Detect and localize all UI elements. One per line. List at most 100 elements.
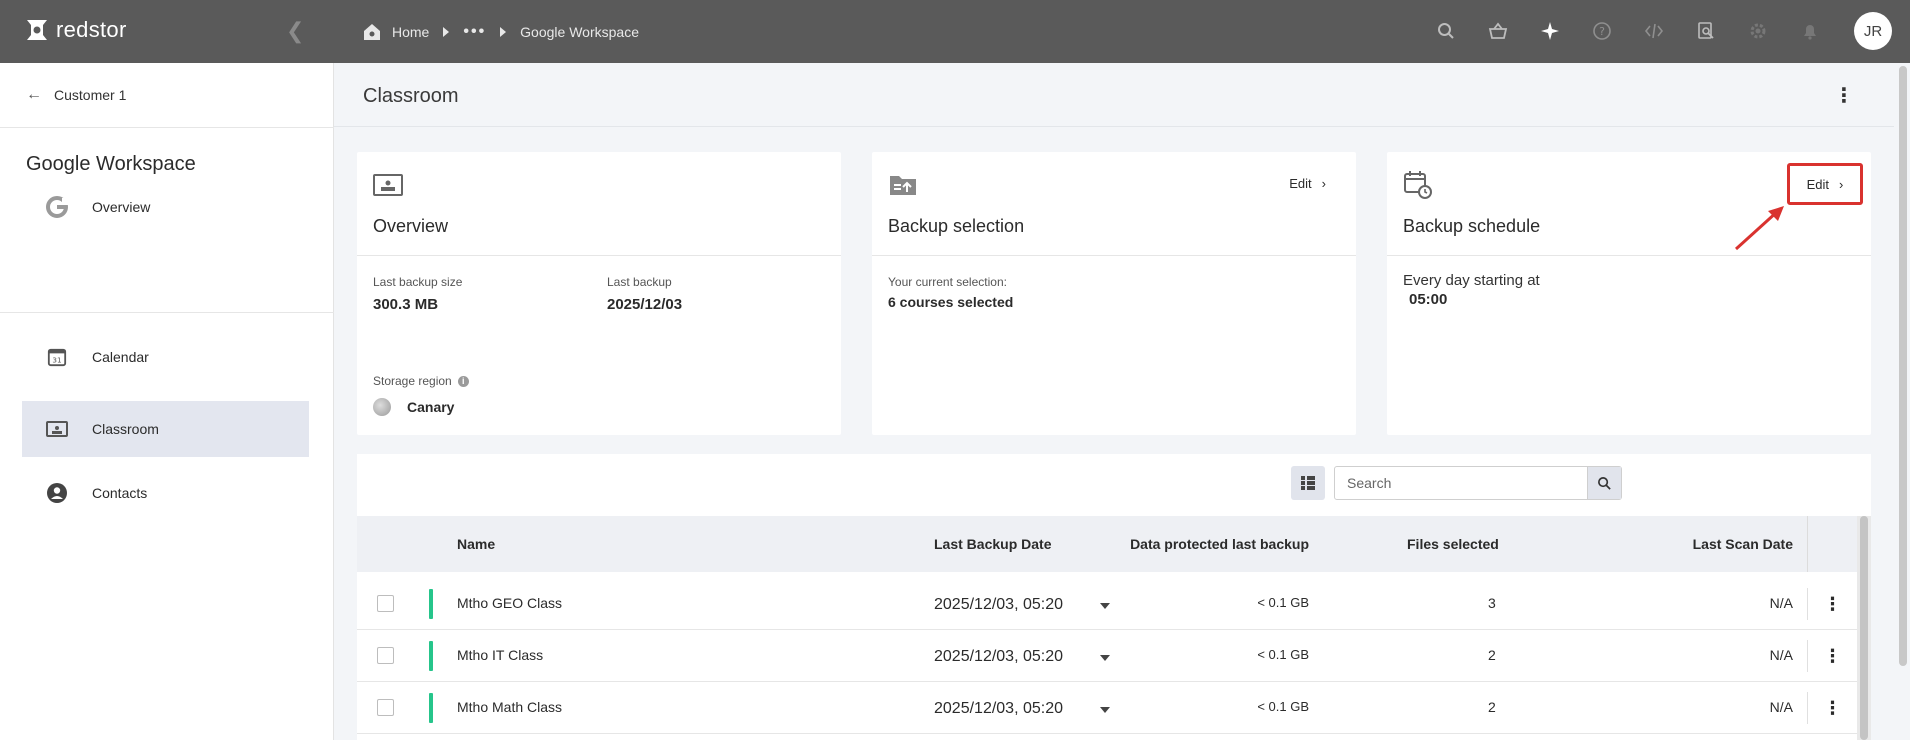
arrow-left-icon: ← [26, 86, 42, 103]
current-selection-label: Your current selection: [888, 275, 1007, 289]
row-last-backup-date: 2025/12/03, 05:20 [934, 648, 1064, 665]
storage-region-value: Canary [407, 399, 455, 415]
sidebar-item-calendar[interactable]: 31 Calendar [22, 329, 309, 385]
list-view-icon [1301, 476, 1315, 490]
top-toolbar: ? JR [1434, 10, 1892, 52]
last-backup-size-label: Last backup size [373, 275, 463, 289]
logo[interactable]: redstor [24, 16, 127, 44]
card-title: Backup schedule [1403, 216, 1541, 236]
sidebar-item-label: Classroom [92, 421, 159, 437]
card-title: Backup selection [888, 216, 1025, 236]
row-last-scan-date: N/A [1769, 699, 1793, 715]
caret-down-icon[interactable] [1100, 603, 1110, 609]
avatar[interactable]: JR [1854, 12, 1892, 50]
row-name: Mtho Math Class [457, 699, 563, 715]
contact-icon [46, 482, 68, 504]
calendar-icon: 31 [46, 346, 68, 368]
column-header-last-backup-date[interactable]: Last Backup Date [934, 536, 1051, 552]
row-more-options-icon[interactable]: ⋮ [1807, 692, 1857, 724]
table-scrollbar[interactable] [1857, 516, 1871, 740]
card-divider [1387, 255, 1871, 256]
page-title: Classroom [363, 85, 459, 107]
status-indicator [429, 589, 433, 619]
code-icon[interactable] [1642, 19, 1666, 43]
schedule-text: Every day starting at [1403, 272, 1540, 289]
status-indicator [429, 693, 433, 723]
collapse-sidebar-icon[interactable]: ❮ [286, 20, 308, 42]
info-icon[interactable]: i [457, 376, 469, 388]
table-header: Name Last Backup Date Data protected las… [357, 516, 1857, 572]
classroom-icon [46, 418, 68, 440]
help-icon[interactable]: ? [1590, 19, 1614, 43]
breadcrumb-more[interactable]: ••• [463, 23, 486, 41]
row-checkbox[interactable] [377, 699, 394, 716]
document-search-icon[interactable] [1694, 19, 1718, 43]
row-more-options-icon[interactable]: ⋮ [1807, 588, 1857, 620]
storage-region-label-text: Storage region [373, 374, 452, 388]
breadcrumb-current: Google Workspace [520, 24, 639, 40]
table-row[interactable]: Mtho Math Class 2025/12/03, 05:20 < 0.1 … [357, 682, 1857, 734]
last-backup-size-value: 300.3 MB [373, 296, 439, 313]
sidebar-title: Google Workspace [26, 153, 196, 175]
column-header-data-protected[interactable]: Data protected last backup [1130, 536, 1309, 552]
basket-icon[interactable] [1486, 19, 1510, 43]
breadcrumb: Home ••• Google Workspace [362, 20, 639, 44]
row-checkbox[interactable] [377, 595, 394, 612]
search-button[interactable] [1587, 467, 1621, 499]
sidebar-item-label: Calendar [92, 349, 149, 365]
caret-down-icon[interactable] [1100, 655, 1110, 661]
card-divider [357, 255, 841, 256]
backup-schedule-card: Edit › Backup schedule Every day startin… [1387, 152, 1871, 435]
table-row[interactable]: Mtho GEO Class 2025/12/03, 05:20 < 0.1 G… [357, 578, 1857, 630]
overview-card: Overview Last backup size 300.3 MB Last … [357, 152, 841, 435]
bell-icon[interactable] [1798, 19, 1822, 43]
search-icon [1598, 476, 1611, 490]
search-icon[interactable] [1434, 19, 1458, 43]
row-more-options-icon[interactable]: ⋮ [1807, 640, 1857, 672]
sparkle-icon[interactable] [1538, 19, 1562, 43]
edit-label: Edit [1289, 176, 1312, 191]
sidebar-item-label: Contacts [92, 485, 148, 501]
edit-selection-button[interactable]: Edit › [1289, 176, 1326, 191]
sidebar-item-label: Overview [92, 199, 151, 215]
sidebar-item-classroom[interactable]: Classroom [22, 401, 309, 457]
storage-region-label: Storage region i [373, 374, 469, 388]
edit-schedule-button[interactable]: Edit › [1787, 163, 1863, 205]
courses-table-panel: Name Last Backup Date Data protected las… [357, 454, 1871, 740]
home-icon[interactable] [362, 22, 382, 42]
status-indicator [429, 641, 433, 671]
more-options-icon[interactable]: ⋮ [1834, 83, 1854, 108]
breadcrumb-home[interactable]: Home [392, 24, 429, 40]
last-backup-label: Last backup [607, 275, 672, 289]
logo-text: redstor [56, 17, 127, 42]
breadcrumb-separator-icon [443, 27, 450, 37]
folder-upload-icon [890, 176, 916, 195]
sidebar-item-contacts[interactable]: Contacts [22, 465, 309, 521]
list-view-button[interactable] [1291, 466, 1325, 500]
scrollbar-thumb[interactable] [1860, 516, 1868, 740]
card-title: Overview [373, 216, 449, 236]
breadcrumb-separator-icon [500, 27, 507, 37]
edit-label: Edit [1806, 176, 1830, 192]
row-data-protected: < 0.1 GB [1257, 699, 1309, 714]
last-backup-value: 2025/12/03 [607, 296, 683, 313]
back-to-customer-link[interactable]: ← Customer 1 [0, 63, 334, 128]
row-last-backup-date: 2025/12/03, 05:20 [934, 596, 1064, 613]
row-last-scan-date: N/A [1769, 647, 1793, 663]
column-header-files-selected[interactable]: Files selected [1407, 536, 1499, 552]
caret-down-icon[interactable] [1100, 707, 1110, 713]
row-name: Mtho GEO Class [457, 595, 563, 611]
sidebar-item-overview[interactable]: Overview [22, 179, 309, 235]
region-globe-icon [373, 398, 391, 416]
svg-text:?: ? [1599, 25, 1605, 38]
page-scrollbar[interactable] [1899, 66, 1907, 666]
row-data-protected: < 0.1 GB [1257, 595, 1309, 610]
gear-icon[interactable] [1746, 19, 1770, 43]
table-row[interactable]: Mtho IT Class 2025/12/03, 05:20 < 0.1 GB… [357, 630, 1857, 682]
search-input[interactable] [1335, 467, 1575, 499]
column-divider [1807, 516, 1808, 572]
row-name: Mtho IT Class [457, 647, 544, 663]
column-header-name[interactable]: Name [457, 536, 495, 552]
row-checkbox[interactable] [377, 647, 394, 664]
column-header-last-scan-date[interactable]: Last Scan Date [1693, 536, 1793, 552]
